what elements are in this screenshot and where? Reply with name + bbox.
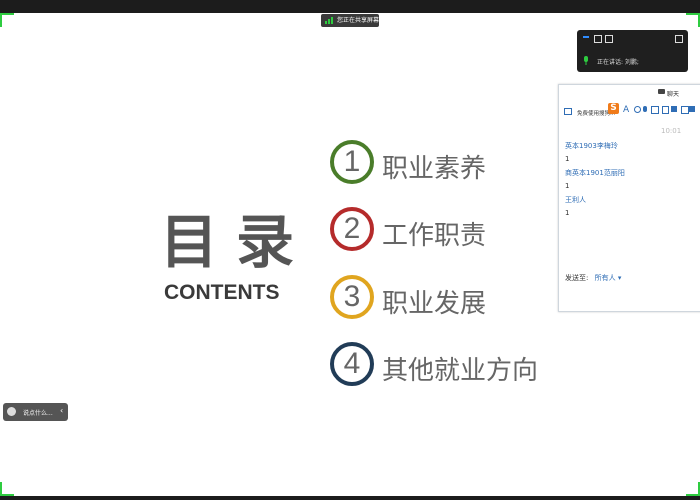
chat-message: 1 [565,182,570,190]
toc-label: 职业素养 [382,154,487,184]
chat-sender: 英本1903李梅玲 [565,142,618,150]
top-bar [0,0,700,13]
font-icon[interactable]: A [623,105,629,115]
share-border-corner [0,13,2,27]
chat-message: 1 [565,209,570,217]
send-to-label: 发送至: [565,274,589,282]
speaking-status: 正在讲话: 刘鹏; [597,59,639,66]
voice-icon[interactable] [643,106,647,112]
toolbox-icon[interactable] [671,106,677,112]
chat-toolbar: 免费使用搜狗... S A [559,103,700,117]
toc-number-ring: 3 [330,275,374,319]
chat-title: 聊天 [667,91,680,98]
toc-number-ring: 4 [330,342,374,386]
meeting-floating-toolbar: 正在讲话: 刘鹏; [577,30,688,72]
toc-label: 职业发展 [382,289,487,319]
window-icon[interactable] [594,35,602,43]
chat-header: 聊天 [559,85,700,99]
skin-icon[interactable] [662,106,669,114]
chat-timestamp: 10:01 [661,127,682,135]
emoji-icon[interactable] [634,106,641,113]
toc-number-ring: 1 [330,140,374,184]
chevron-left-icon[interactable]: ‹ [60,406,63,415]
microphone-icon [584,56,588,65]
input-method-icon[interactable] [564,108,572,115]
bottom-bar [0,496,700,500]
toc-label: 工作职责 [382,221,487,251]
meeting-status-icon[interactable] [583,36,589,38]
screen-share-indicator[interactable]: 您正在共享屏幕 [321,14,379,27]
share-border-corner [0,482,2,496]
signal-bars-icon [325,17,333,24]
avatar-icon [7,407,16,416]
share-border-corner [0,13,14,15]
settings-icon[interactable] [681,106,689,114]
toc-number-ring: 2 [330,207,374,251]
layout-icon[interactable] [605,35,613,43]
chat-sender: 商英本1901范丽阳 [565,169,625,177]
chat-sender: 王利人 [565,196,586,204]
keyboard-icon[interactable] [651,106,659,114]
sogou-s-icon[interactable]: S [608,103,619,114]
chat-message: 1 [565,155,570,163]
menu-icon[interactable] [675,35,683,43]
send-to-row: 发送至: 所有人 ▾ [565,273,621,283]
share-label: 您正在共享屏幕 [337,17,380,24]
chat-bubble-icon [658,89,665,94]
share-border-corner [0,494,14,496]
slide-title-cn: 目录 [160,208,313,276]
more-icon[interactable] [689,106,695,112]
chat-panel: 聊天 免费使用搜狗... S A 10:01 英本1903李梅玲 1 商英本19… [558,84,700,312]
comment-input-pill[interactable]: 说点什么... ‹ [3,403,68,421]
send-to-select[interactable]: 所有人 ▾ [595,274,622,282]
comment-placeholder: 说点什么... [23,410,53,417]
slide-title-en: CONTENTS [164,281,280,304]
toc-label: 其他就业方向 [382,356,539,386]
